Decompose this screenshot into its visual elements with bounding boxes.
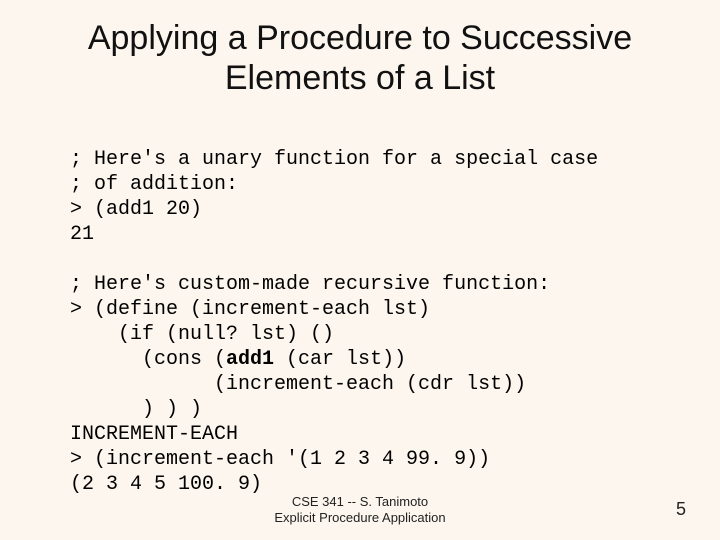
- code-line: > (add1 20): [70, 198, 202, 221]
- slide-title: Applying a Procedure to Successive Eleme…: [28, 18, 692, 98]
- code-block-1: ; Here's a unary function for a special …: [70, 122, 692, 497]
- code-line: ; Here's custom-made recursive function:: [70, 273, 550, 296]
- code-line: 21: [70, 223, 94, 246]
- code-line: > (increment-each '(1 2 3 4 99. 9)): [70, 448, 490, 471]
- slide: Applying a Procedure to Successive Eleme…: [0, 0, 720, 497]
- footer-line-1: CSE 341 -- S. Tanimoto: [292, 494, 428, 509]
- code-line: (increment-each (cdr lst)): [70, 373, 526, 396]
- code-line: (car lst)): [274, 348, 406, 371]
- page-number: 5: [676, 499, 686, 520]
- code-line: ; of addition:: [70, 173, 238, 196]
- code-line: (if (null? lst) (): [70, 323, 334, 346]
- footer-line-2: Explicit Procedure Application: [274, 510, 445, 525]
- slide-footer: CSE 341 -- S. Tanimoto Explicit Procedur…: [0, 494, 720, 527]
- code-bold: add1: [226, 348, 274, 371]
- title-line-2: Elements of a List: [225, 59, 495, 97]
- code-line: > (define (increment-each lst): [70, 298, 430, 321]
- code-line: INCREMENT-EACH: [70, 423, 238, 446]
- code-line: (cons (: [70, 348, 226, 371]
- title-line-1: Applying a Procedure to Successive: [88, 19, 632, 57]
- code-line: ) ) ): [70, 398, 202, 421]
- code-line: ; Here's a unary function for a special …: [70, 148, 598, 171]
